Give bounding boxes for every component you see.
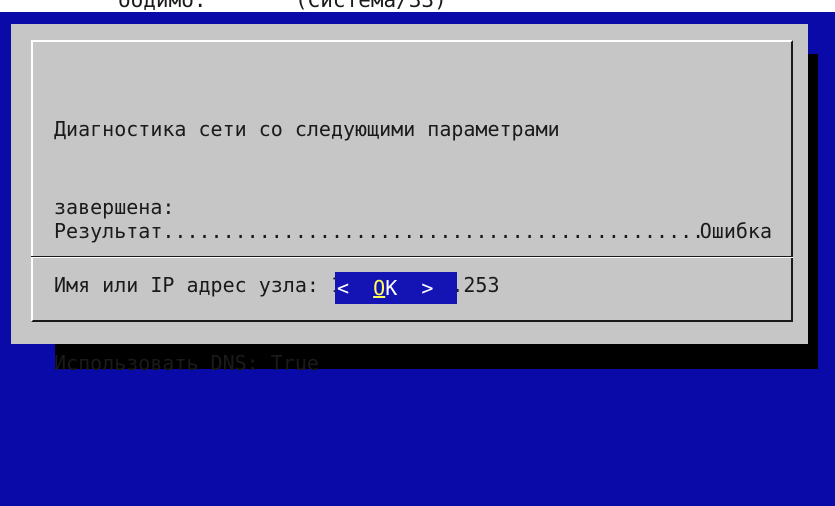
message-line: Диагностика сети со следующими параметра… <box>54 117 560 141</box>
ok-left-bracket: < <box>337 276 350 300</box>
ok-button[interactable]: < OK > <box>335 272 457 304</box>
message-line: завершена: <box>54 195 175 219</box>
diagnostics-dialog: Диагностика сети со следующими параметра… <box>11 24 808 375</box>
result-row: Результат ..............................… <box>54 218 772 244</box>
result-label: Результат <box>54 219 163 243</box>
ok-hotkey: O <box>373 276 386 300</box>
ok-right-bracket: > <box>421 276 434 300</box>
background-strip-text: бодимо: (Система/ЗЗ) <box>118 0 447 12</box>
background-strip: бодимо: (Система/ЗЗ) <box>0 0 835 12</box>
result-value: Ошибка <box>699 219 772 243</box>
message-line <box>54 428 784 454</box>
message-line: Использовать DNS: True <box>54 351 319 375</box>
result-dots: ........................................… <box>162 219 700 243</box>
ok-label-rest: K <box>385 276 398 300</box>
